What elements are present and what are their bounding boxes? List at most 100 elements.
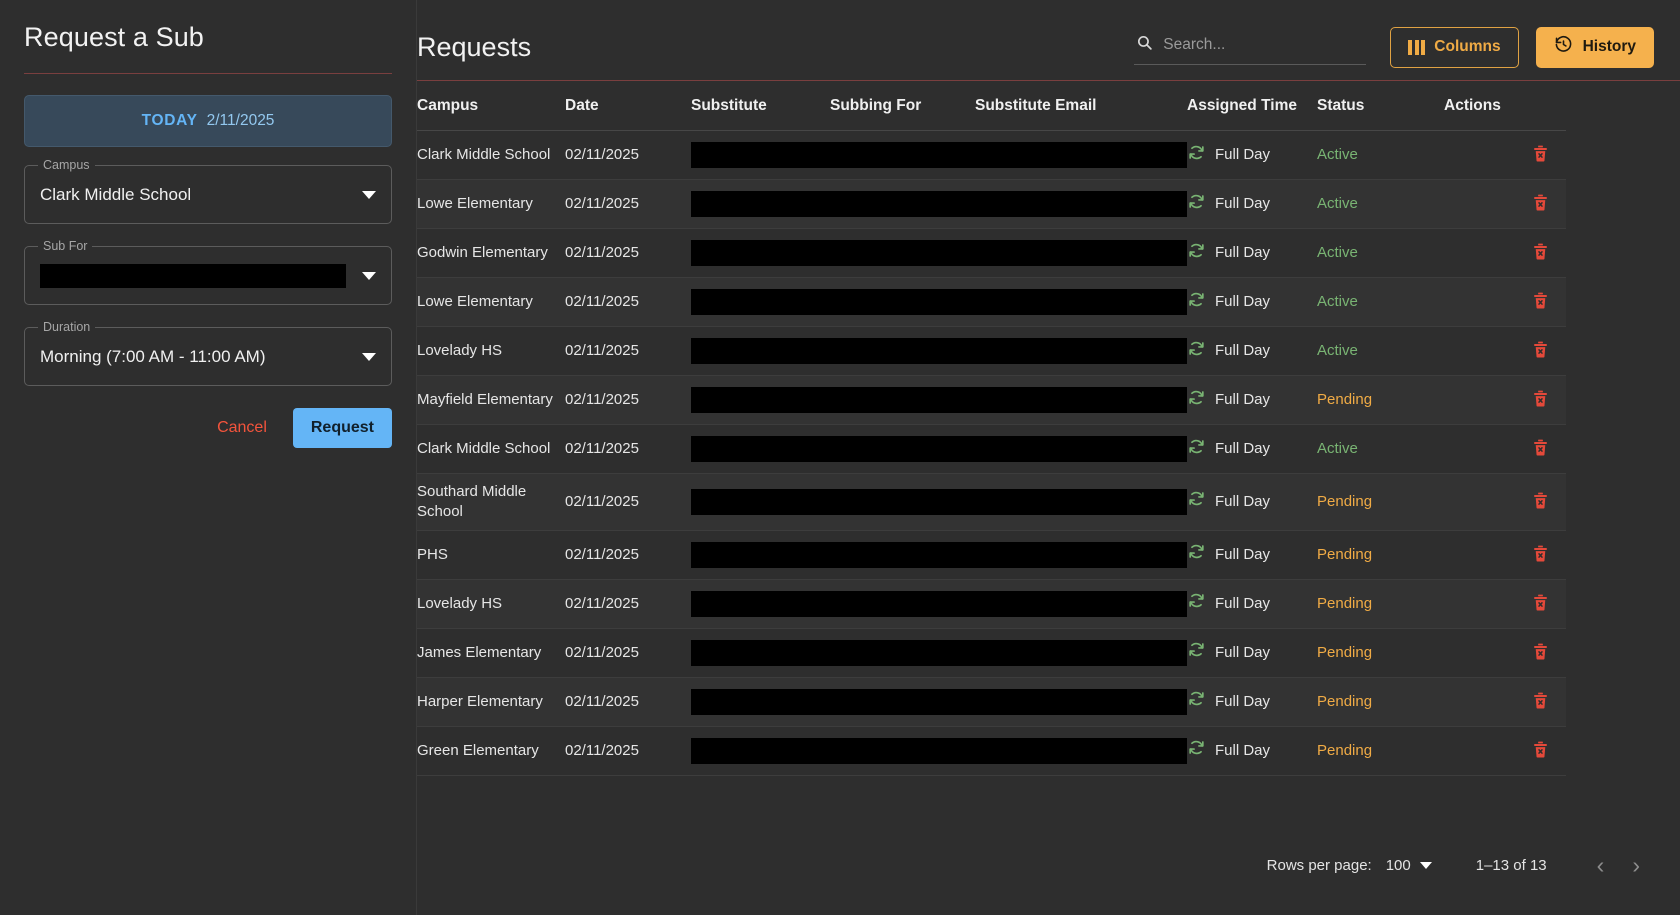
- assigned-time-label: Full Day: [1215, 244, 1271, 262]
- table-row[interactable]: Mayfield Elementary 02/11/2025 Full Day Pen…: [417, 375, 1566, 425]
- campus-select[interactable]: Campus Clark Middle School: [24, 158, 392, 224]
- assigned-time-label: Full Day: [1215, 643, 1271, 661]
- request-button[interactable]: Request: [292, 408, 392, 448]
- rows-per-page-select[interactable]: 100: [1386, 857, 1432, 874]
- table-row[interactable]: PHS 02/11/2025 Full Day Pending: [417, 530, 1566, 580]
- search-input[interactable]: [1163, 35, 1365, 54]
- column-header-date[interactable]: Date: [565, 81, 691, 131]
- redacted-value: [691, 639, 830, 666]
- today-banner[interactable]: TODAY 2/11/2025: [24, 95, 392, 147]
- previous-page-button[interactable]: ‹: [1583, 852, 1619, 879]
- duration-select[interactable]: Duration Morning (7:00 AM - 11:00 AM): [24, 320, 392, 386]
- column-header-substitute[interactable]: Substitute: [691, 81, 830, 131]
- delete-request-button[interactable]: [1523, 384, 1558, 416]
- delete-request-button[interactable]: [1523, 486, 1558, 518]
- cell-assigned-time: Full Day: [1187, 473, 1317, 531]
- column-header-substitute-email[interactable]: Substitute Email: [975, 81, 1187, 131]
- redacted-value: [975, 436, 1187, 462]
- cell-actions: [1444, 424, 1566, 474]
- table-row[interactable]: Lovelady HS 02/11/2025 Full Day Pending: [417, 579, 1566, 629]
- trash-icon: [1531, 692, 1550, 714]
- sync-icon: [1187, 388, 1206, 413]
- status-badge: Pending: [1317, 545, 1373, 563]
- delete-request-button[interactable]: [1523, 735, 1558, 767]
- cell-actions: [1444, 228, 1566, 278]
- history-icon: [1554, 35, 1573, 59]
- delete-request-button[interactable]: [1523, 588, 1558, 620]
- sync-icon: [1187, 640, 1206, 665]
- table-row[interactable]: Lowe Elementary 02/11/2025 Full Day Active: [417, 277, 1566, 327]
- table-row[interactable]: Clark Middle School 02/11/2025 Full Day Act…: [417, 424, 1566, 474]
- table-row[interactable]: James Elementary 02/11/2025 Full Day Pendin…: [417, 628, 1566, 678]
- status-badge: Pending: [1317, 594, 1373, 612]
- delete-request-button[interactable]: [1523, 539, 1558, 571]
- delete-request-button[interactable]: [1523, 286, 1558, 318]
- table-row[interactable]: Lowe Elementary 02/11/2025 Full Day Active: [417, 179, 1566, 229]
- cancel-button[interactable]: Cancel: [205, 410, 279, 446]
- cell-date: 02/11/2025: [565, 677, 691, 727]
- assigned-time-label: Full Day: [1215, 391, 1271, 409]
- chevron-down-icon: [362, 271, 376, 280]
- cell-campus: Lowe Elementary: [417, 179, 565, 229]
- cell-campus: Lowe Elementary: [417, 277, 565, 327]
- sync-icon: [1187, 591, 1206, 616]
- cell-assigned-time: Full Day: [1187, 326, 1317, 376]
- assigned-time-label: Full Day: [1215, 195, 1271, 213]
- delete-request-button[interactable]: [1523, 188, 1558, 220]
- table-row[interactable]: Harper Elementary 02/11/2025 Full Day Pendi…: [417, 677, 1566, 727]
- cell-subbing-for: [830, 424, 975, 474]
- delete-request-button[interactable]: [1523, 433, 1558, 465]
- pagination: Rows per page: 100 1–13 of 13 ‹ ›: [1267, 852, 1654, 879]
- cell-actions: [1444, 375, 1566, 425]
- delete-request-button[interactable]: [1523, 686, 1558, 718]
- trash-icon: [1531, 390, 1550, 412]
- column-header-campus[interactable]: Campus: [417, 81, 565, 131]
- table-row[interactable]: Godwin Elementary 02/11/2025 Full Day Activ…: [417, 228, 1566, 278]
- assigned-time-label: Full Day: [1215, 594, 1271, 612]
- redacted-value: [975, 240, 1187, 266]
- cell-substitute-email: [975, 228, 1187, 278]
- table-row[interactable]: Southard Middle School 02/11/2025 Full Day…: [417, 473, 1566, 531]
- table-row[interactable]: Lovelady HS 02/11/2025 Full Day Active: [417, 326, 1566, 376]
- search-box[interactable]: [1134, 30, 1367, 65]
- columns-button[interactable]: Columns: [1390, 26, 1519, 68]
- cell-subbing-for: [830, 228, 975, 278]
- redacted-value: [691, 142, 830, 168]
- cell-actions: [1444, 628, 1566, 678]
- status-badge: Pending: [1317, 492, 1373, 510]
- cell-subbing-for: [830, 473, 975, 531]
- delete-request-button[interactable]: [1523, 237, 1558, 269]
- column-header-subbing-for[interactable]: Subbing For: [830, 81, 975, 131]
- cell-status: Pending: [1317, 579, 1444, 629]
- cell-date: 02/11/2025: [565, 473, 691, 531]
- assigned-time-label: Full Day: [1215, 545, 1271, 563]
- redacted-value: [830, 737, 975, 764]
- next-page-button[interactable]: ›: [1618, 852, 1654, 879]
- table-row[interactable]: Green Elementary 02/11/2025 Full Day Pendin…: [417, 726, 1566, 776]
- cell-status: Pending: [1317, 375, 1444, 425]
- redacted-value: [691, 488, 830, 515]
- delete-request-button[interactable]: [1523, 139, 1558, 171]
- today-label: TODAY: [141, 112, 198, 129]
- cell-status: Pending: [1317, 628, 1444, 678]
- cell-actions: [1444, 277, 1566, 327]
- delete-request-button[interactable]: [1523, 335, 1558, 367]
- cell-campus: PHS: [417, 530, 565, 580]
- table-row[interactable]: Clark Middle School 02/11/2025 Full Day Act…: [417, 130, 1566, 180]
- column-header-assigned-time[interactable]: Assigned Time: [1187, 81, 1317, 131]
- sub-for-select[interactable]: Sub For: [24, 239, 392, 305]
- column-header-status[interactable]: Status: [1317, 81, 1444, 131]
- cell-status: Pending: [1317, 726, 1444, 776]
- cell-assigned-time: Full Day: [1187, 579, 1317, 629]
- cell-actions: [1444, 326, 1566, 376]
- cell-assigned-time: Full Day: [1187, 726, 1317, 776]
- redacted-value: [691, 590, 830, 617]
- redacted-value: [830, 142, 975, 168]
- cell-substitute: [691, 579, 830, 629]
- trash-icon: [1531, 741, 1550, 763]
- delete-request-button[interactable]: [1523, 637, 1558, 669]
- cell-assigned-time: Full Day: [1187, 375, 1317, 425]
- status-badge: Active: [1317, 146, 1358, 164]
- history-button[interactable]: History: [1535, 26, 1654, 68]
- redacted-value: [830, 541, 975, 568]
